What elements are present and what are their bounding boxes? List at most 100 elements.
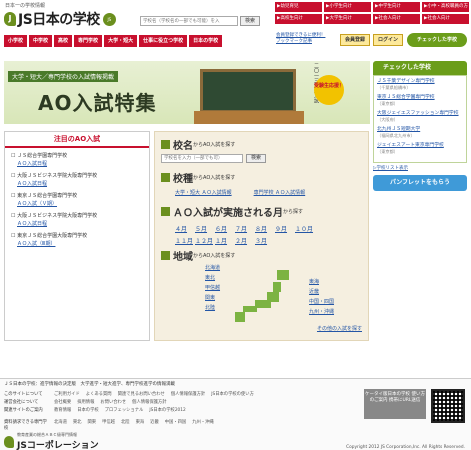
region-link[interactable]: 東北 — [205, 274, 220, 281]
nav-item[interactable]: 小学校 — [4, 35, 28, 47]
calendar-icon — [161, 207, 170, 216]
school-name-search-button[interactable]: 検索 — [246, 154, 267, 163]
top-search-input[interactable] — [140, 16, 238, 26]
pamphlet-button[interactable]: パンフレットをもらう — [373, 175, 467, 191]
register-button[interactable]: 会員登録 — [340, 34, 370, 46]
month-link[interactable]: ８月 — [255, 224, 273, 233]
checked-school-link[interactable]: 大阪ジェイエスファッション専門学校 — [377, 111, 459, 116]
footer-link[interactable]: ご利用ガイド — [54, 391, 80, 397]
month-link[interactable]: ５月 — [195, 224, 213, 233]
footer-link[interactable]: 個人情報保護方針 — [171, 391, 205, 397]
month-link[interactable]: ６月 — [215, 224, 233, 233]
japan-map[interactable] — [233, 268, 297, 324]
audience-link[interactable]: ▶小学生向け — [324, 2, 371, 12]
footer-link[interactable]: JS日本の学校の使い方 — [211, 391, 254, 397]
audience-link[interactable]: ▶中学生向け — [373, 2, 420, 12]
footer-link[interactable]: 日本の学校 — [77, 407, 98, 413]
region-link[interactable]: 近畿 — [309, 288, 334, 295]
region-link[interactable]: 北海道 — [205, 264, 220, 271]
nav-item[interactable]: 日本の学校 — [189, 35, 223, 47]
nav-item[interactable]: 中学校 — [29, 35, 53, 47]
audience-link[interactable]: ▶小中・高校職員の方 — [422, 2, 469, 12]
footer-link[interactable]: 北海道 — [54, 419, 67, 431]
checked-schools-button[interactable]: チェックした学校 — [407, 33, 467, 47]
checked-school-link[interactable]: ＪＳ千葉デザイン専門学校 — [377, 79, 435, 84]
footer-row-label: このサイトについて — [4, 392, 43, 397]
featured-link[interactable]: ＡＯ入試（Ｖ期） — [11, 201, 57, 207]
footer-link[interactable]: 東北 — [73, 419, 82, 431]
footer-link[interactable]: 個人情報保護方針 — [132, 399, 166, 405]
month-link[interactable]: １０月 — [295, 224, 313, 233]
nav-item[interactable]: 大学・短大 — [104, 35, 138, 47]
audience-link[interactable]: ▶大学生向け — [324, 14, 371, 24]
section-heading: 校名 — [173, 141, 193, 152]
school-list-link[interactable]: ▷学校リスト表示 — [373, 165, 467, 171]
audience-link[interactable]: ▶社会人向け — [422, 14, 469, 24]
footer-link[interactable]: 東海 — [136, 419, 145, 431]
footer-link[interactable]: 採用情報 — [77, 399, 94, 405]
audience-link[interactable]: ▶高校生向け — [275, 14, 322, 24]
checked-school-pref: （東京都） — [377, 149, 398, 154]
nav-item[interactable]: 専門学校 — [74, 35, 103, 47]
footer-link[interactable]: 北陸 — [121, 419, 130, 431]
type-link-university[interactable]: 大学・短大 ＡＯ入試情報 — [175, 189, 232, 196]
qr-code-icon — [431, 389, 465, 423]
footer-link[interactable]: 近畿 — [150, 419, 159, 431]
month-link[interactable]: ２月 — [235, 236, 253, 245]
footer-link[interactable]: 九州・沖縄 — [192, 419, 213, 431]
checked-school-item: 大阪ジェイエスファッション専門学校 （大阪府） — [377, 111, 463, 123]
checked-school-link[interactable]: ジェイエスアート東京専門学校 — [377, 143, 444, 148]
month-link[interactable]: ９月 — [275, 224, 293, 233]
login-button[interactable]: ログイン — [373, 34, 403, 46]
footer-link[interactable]: JS日本の学校2012 — [149, 407, 185, 413]
type-link-vocational[interactable]: 専門学校 ＡＯ入試情報 — [254, 189, 306, 196]
nav-item[interactable]: 仕事に役立つ学校 — [139, 35, 188, 47]
footer-link[interactable]: 関東 — [87, 419, 96, 431]
top-search-button[interactable]: 検索 — [240, 16, 261, 26]
month-link[interactable]: １１月 — [175, 236, 193, 245]
checked-school-item: 東京ＪＳ総合学園専門学校 （東京都） — [377, 95, 463, 107]
region-link[interactable]: 九州・沖縄 — [309, 308, 334, 315]
month-link[interactable]: １２月 — [195, 236, 213, 245]
footer-link[interactable]: よくある質問 — [86, 391, 112, 397]
checked-school-link[interactable]: 北九州ＪＳ短期大学 — [377, 127, 420, 132]
month-link[interactable]: ３月 — [255, 236, 273, 245]
featured-link[interactable]: ＡＯ入試日程 — [11, 221, 47, 227]
region-link[interactable]: 北陸 — [205, 304, 220, 311]
footer-link[interactable]: 中国・四国 — [165, 419, 186, 431]
school-name-input[interactable] — [161, 154, 243, 163]
bookmark-link[interactable]: ブックマーク記事 — [276, 39, 325, 45]
region-link[interactable]: 東海 — [309, 278, 334, 285]
footer-link[interactable]: 関連で見るお問い合わせ — [118, 391, 165, 397]
region-link[interactable]: 甲信越 — [205, 284, 220, 291]
footer-row: このサイトについて ご利用ガイド よくある質問 関連で見るお問い合わせ 個人情報… — [4, 391, 254, 397]
mobile-site-button[interactable]: ケータイ版日本の学校 使い方のご案内 携帯にURL送信 — [364, 389, 426, 419]
featured-school: 東京ＪＳ総合学園大阪専門学校 — [11, 233, 143, 240]
audience-link[interactable]: ▶社会人向け — [373, 14, 420, 24]
featured-link[interactable]: ＡＯ入試（Ⅲ期） — [11, 241, 55, 247]
month-link[interactable]: ７月 — [235, 224, 253, 233]
featured-link[interactable]: ＡＯ入試日程 — [11, 161, 47, 167]
month-link[interactable]: ４月 — [175, 224, 193, 233]
region-link[interactable]: 関東 — [205, 294, 220, 301]
checked-school-pref: （福岡県北九州市） — [377, 133, 415, 138]
checked-schools-label: チェックした学校 — [416, 37, 457, 43]
nav-item[interactable]: 高校 — [54, 35, 73, 47]
footer-row-label: 運営会社について — [4, 400, 39, 405]
audience-link[interactable]: ▶幼児育児 — [275, 2, 322, 12]
corp-logo[interactable]: 教育産業の総合ＡＢＣ級専門情報 JSコーポレーション — [4, 432, 99, 450]
month-link[interactable]: １月 — [215, 236, 233, 245]
other-exams-link[interactable]: その他の入試を探す — [317, 325, 362, 332]
site-logo[interactable]: J JS日本の学校 JS — [4, 9, 116, 29]
footer-link[interactable]: 会社概要 — [54, 399, 71, 405]
checked-school-item: ＪＳ千葉デザイン専門学校 （千葉県船橋市） — [377, 79, 463, 91]
footer-link[interactable]: お問い合わせ — [100, 399, 126, 405]
section-subheading: からAO入試を探す — [193, 142, 236, 148]
footer-link[interactable]: 教育情報 — [54, 407, 71, 413]
footer-link[interactable]: プロフェッショナル — [105, 407, 144, 413]
footer-link[interactable]: 甲信越 — [102, 419, 115, 431]
checked-school-link[interactable]: 東京ＪＳ総合学園専門学校 — [377, 95, 435, 100]
region-link[interactable]: 中国・四国 — [309, 298, 334, 305]
checked-schools-panel: チェックした学校 ＪＳ千葉デザイン専門学校 （千葉県船橋市） 東京ＪＳ総合学園専… — [373, 61, 467, 231]
featured-link[interactable]: ＡＯ入試日程 — [11, 181, 47, 187]
